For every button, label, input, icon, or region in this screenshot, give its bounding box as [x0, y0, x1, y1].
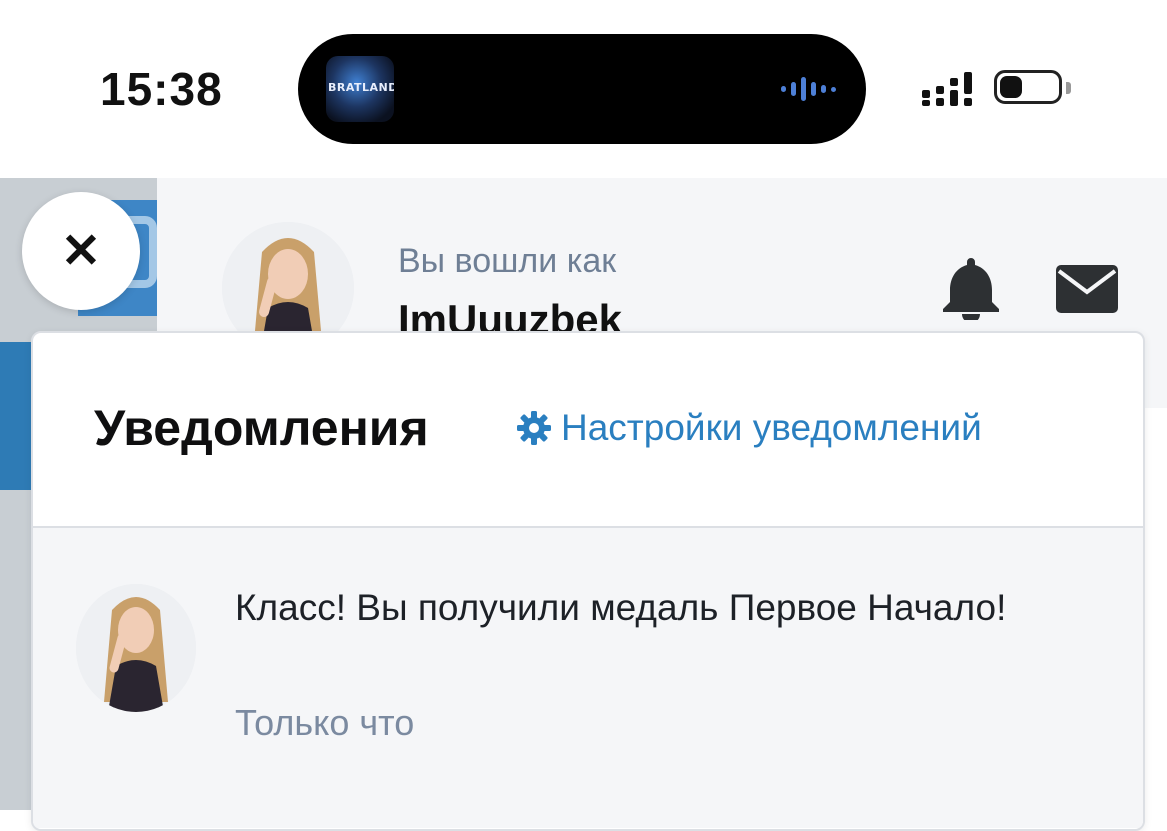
close-button[interactable]: ✕ — [22, 192, 140, 310]
notification-item[interactable]: Класс! Вы получили медаль Первое Начало!… — [33, 528, 1143, 828]
status-clock: 15:38 — [100, 63, 223, 115]
battery-tip — [1066, 82, 1071, 94]
background-accent — [0, 342, 32, 490]
dynamic-island[interactable]: BRATLAND — [298, 34, 866, 144]
notifications-panel: Уведомления Настройки уведомлений Класс!… — [31, 331, 1145, 831]
close-icon: ✕ — [60, 225, 102, 278]
app-thumbnail: BRATLAND — [326, 56, 394, 122]
notification-settings-link[interactable]: Настройки уведомлений — [517, 407, 982, 449]
panel-title: Уведомления — [94, 400, 429, 456]
logged-in-label: Вы вошли как — [398, 242, 617, 280]
notification-time: Только что — [235, 702, 415, 743]
app-thumbnail-label: BRATLAND — [328, 81, 394, 94]
notification-avatar — [76, 584, 196, 712]
avatar-portrait-icon — [76, 584, 196, 712]
signal-icon — [922, 72, 972, 106]
notification-settings-label: Настройки уведомлений — [561, 407, 982, 448]
audio-wave-icon — [781, 76, 836, 102]
gear-icon — [517, 411, 551, 445]
bell-icon[interactable] — [940, 254, 1002, 320]
mail-icon[interactable] — [1056, 265, 1118, 313]
notification-text: Класс! Вы получили медаль Первое Начало! — [235, 587, 1007, 628]
battery-icon — [994, 70, 1062, 104]
status-bar: 15:38 BRATLAND — [0, 0, 1167, 178]
